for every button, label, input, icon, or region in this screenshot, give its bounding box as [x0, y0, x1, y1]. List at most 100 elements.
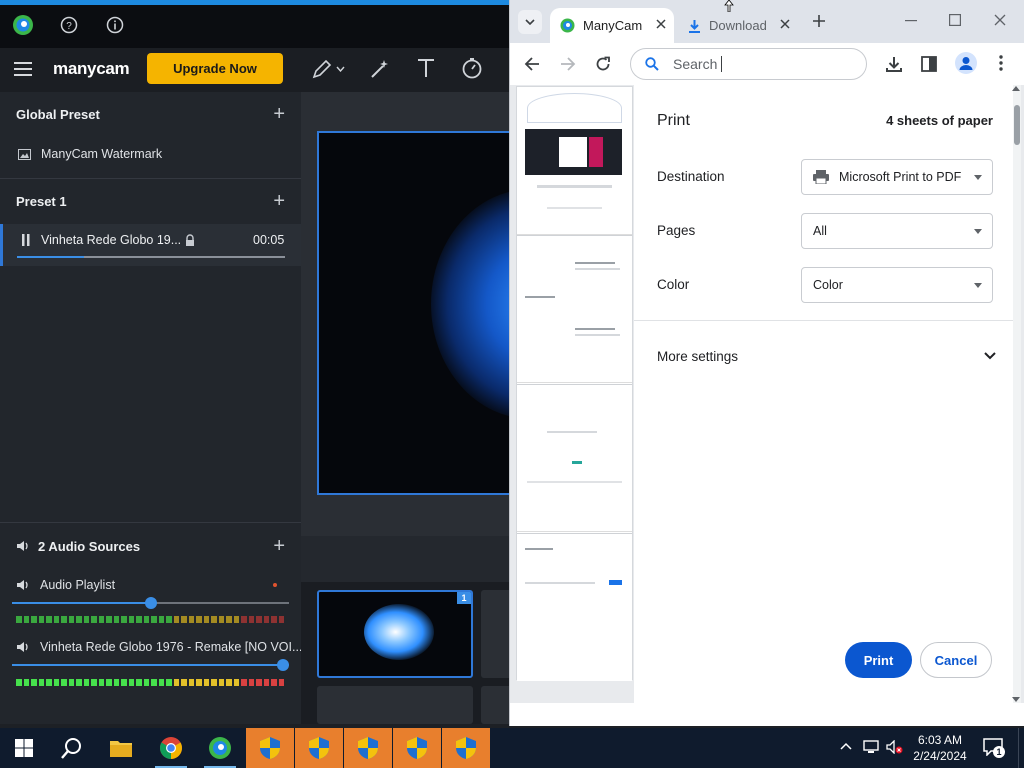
- chrome-navbar: Search: [510, 43, 1024, 85]
- meter-segment: [31, 679, 37, 686]
- page-text-line: [575, 328, 615, 330]
- page-text-line: [525, 548, 553, 550]
- tab-close-icon[interactable]: [656, 19, 666, 29]
- image-icon: [18, 148, 31, 160]
- meter-segment: [91, 616, 97, 623]
- taskbar-search-button[interactable]: [48, 728, 96, 768]
- uac-prompt-button-4[interactable]: [393, 728, 441, 768]
- timer-icon[interactable]: [461, 57, 483, 79]
- meter-segment: [16, 616, 22, 623]
- meter-segment: [53, 679, 59, 686]
- minimize-icon[interactable]: [905, 20, 917, 22]
- playlist-item[interactable]: Vinheta Rede Globo 19... 00:05: [0, 224, 301, 266]
- page-text-line: [525, 296, 555, 298]
- scroll-up-arrow-icon[interactable]: [1012, 85, 1020, 91]
- audio-track-volume-knob[interactable]: [277, 659, 289, 671]
- shield-icon: [357, 736, 379, 760]
- speaker-icon: [16, 579, 30, 591]
- back-arrow-icon[interactable]: [524, 56, 540, 72]
- page-text-line: [575, 268, 620, 270]
- dropdown-arrow-icon: [974, 175, 982, 180]
- meter-segment: [196, 616, 202, 623]
- tab-download-label: Download: [709, 18, 767, 33]
- volume-muted-icon[interactable]: [886, 740, 904, 754]
- add-global-preset-button[interactable]: +: [273, 104, 285, 124]
- print-button[interactable]: Print: [845, 642, 912, 678]
- audio-playlist-volume-knob[interactable]: [145, 597, 157, 609]
- add-preset1-source-button[interactable]: +: [273, 191, 285, 211]
- meter-segment: [68, 679, 74, 686]
- meter-segment: [121, 616, 127, 623]
- scroll-down-arrow-icon[interactable]: [1012, 697, 1020, 703]
- tray-chevron-up-icon[interactable]: [840, 742, 852, 750]
- network-icon[interactable]: [863, 740, 879, 754]
- windows-logo-icon: [15, 739, 33, 757]
- download-icon[interactable]: [885, 55, 903, 73]
- dropdown-arrow-icon: [974, 283, 982, 288]
- uac-prompt-button-3[interactable]: [344, 728, 392, 768]
- upgrade-now-button[interactable]: Upgrade Now: [147, 53, 283, 84]
- help-icon[interactable]: ?: [60, 16, 78, 34]
- scene-thumbnail-4[interactable]: [481, 686, 510, 724]
- new-tab-icon[interactable]: [812, 14, 826, 28]
- print-preview-pages[interactable]: [516, 86, 633, 681]
- video-preview[interactable]: [317, 131, 511, 495]
- meter-segment: [136, 679, 142, 686]
- info-icon[interactable]: [106, 16, 124, 34]
- tab-search-button[interactable]: [518, 10, 542, 34]
- add-audio-source-button[interactable]: +: [273, 536, 285, 556]
- scene-thumbnail-1[interactable]: 1: [317, 590, 473, 678]
- scene-thumbnail-3[interactable]: [317, 686, 473, 724]
- preset1-title: Preset 1: [16, 193, 67, 209]
- page-screenshot-dialog: [559, 137, 587, 167]
- meter-segment: [136, 616, 142, 623]
- meter-segment: [76, 616, 82, 623]
- meter-segment: [188, 679, 194, 686]
- meter-segment: [106, 679, 112, 686]
- scrollbar-thumb[interactable]: [1014, 105, 1020, 145]
- tab-download[interactable]: Download: [678, 8, 798, 43]
- file-explorer-button[interactable]: [97, 728, 145, 768]
- tray-clock[interactable]: 6:03 AM 2/24/2024: [910, 732, 970, 764]
- more-menu-icon[interactable]: [999, 55, 1003, 71]
- meter-segment: [98, 679, 104, 686]
- uac-prompt-button-2[interactable]: [295, 728, 343, 768]
- playlist-item-label: Vinheta Rede Globo 19...: [41, 233, 182, 247]
- meter-segment: [166, 616, 172, 623]
- section-divider: [0, 522, 301, 523]
- chrome-taskbar-button[interactable]: [147, 728, 195, 768]
- scene-thumbnail-2[interactable]: [481, 590, 510, 678]
- manycam-taskbar-button[interactable]: [196, 728, 244, 768]
- close-window-icon[interactable]: [994, 14, 1006, 26]
- profile-avatar-icon[interactable]: [955, 52, 977, 74]
- destination-select[interactable]: Microsoft Print to PDF: [801, 159, 993, 195]
- start-button[interactable]: [0, 728, 48, 768]
- action-center-button[interactable]: 1: [983, 738, 1005, 758]
- tab-manycam[interactable]: ManyCam: [550, 8, 674, 43]
- search-input[interactable]: Search: [630, 48, 867, 80]
- cancel-button[interactable]: Cancel: [920, 642, 992, 678]
- tab-manycam-label: ManyCam: [583, 18, 643, 33]
- meter-segment: [23, 616, 29, 623]
- watermark-item[interactable]: ManyCam Watermark: [0, 136, 301, 172]
- preview-page-2: [517, 235, 632, 383]
- magic-wand-icon[interactable]: [369, 58, 391, 80]
- more-settings-row[interactable]: More settings: [634, 337, 1021, 375]
- hamburger-menu-icon[interactable]: [14, 62, 32, 76]
- pages-select[interactable]: All: [801, 213, 993, 249]
- maximize-icon[interactable]: [949, 14, 961, 26]
- show-desktop-button[interactable]: [1018, 728, 1024, 768]
- text-tool-icon[interactable]: [416, 57, 436, 79]
- meter-segment: [166, 679, 172, 686]
- audio-track-level-meter: [16, 679, 284, 686]
- side-panel-icon[interactable]: [921, 56, 937, 72]
- reload-icon[interactable]: [595, 56, 611, 72]
- tab-close-icon[interactable]: [780, 19, 790, 29]
- uac-prompt-button-5[interactable]: [442, 728, 490, 768]
- meter-segment: [271, 616, 277, 623]
- scrollbar-track[interactable]: [1013, 85, 1021, 703]
- pause-icon[interactable]: [21, 234, 31, 246]
- uac-prompt-button-1[interactable]: [246, 728, 294, 768]
- draw-tool-button[interactable]: [311, 58, 345, 80]
- color-select[interactable]: Color: [801, 267, 993, 303]
